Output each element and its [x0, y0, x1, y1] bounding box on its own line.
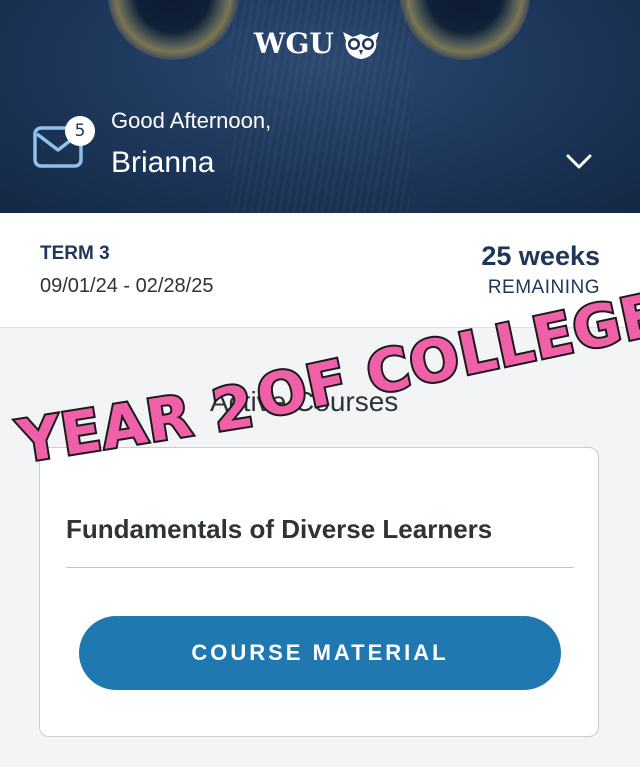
course-name[interactable]: Fundamentals of Diverse Learners: [66, 514, 492, 545]
owl-eye-left: [108, 0, 238, 60]
mail-count-badge: 5: [65, 116, 95, 146]
card-divider: [66, 567, 574, 568]
active-courses-heading: Active Courses: [210, 386, 399, 417]
weeks-remaining-count: 25 weeks: [481, 241, 600, 271]
profile-header: WGU 5 Good Afternoon, Brianna: [0, 0, 640, 213]
user-name: Brianna: [111, 146, 215, 179]
term-label: TERM 3: [40, 243, 110, 264]
term-dates: 09/01/24 - 02/28/25: [40, 275, 214, 297]
greeting-text: Good Afternoon,: [111, 108, 272, 133]
term-info: TERM 3 09/01/24 - 02/28/25 25 weeks REMA…: [0, 213, 640, 328]
chevron-down-icon[interactable]: [566, 152, 592, 172]
wgu-logo: WGU: [254, 26, 382, 60]
owl-eye-right: [400, 0, 530, 60]
mail-button[interactable]: 5: [33, 116, 95, 170]
remaining-label: REMAINING: [487, 277, 600, 298]
owl-logo-icon: [342, 32, 379, 59]
course-card: Fundamentals of Diverse Learners COURSE …: [39, 447, 599, 737]
logo-text: WGU: [254, 26, 334, 60]
course-material-button[interactable]: COURSE MATERIAL: [79, 616, 561, 690]
